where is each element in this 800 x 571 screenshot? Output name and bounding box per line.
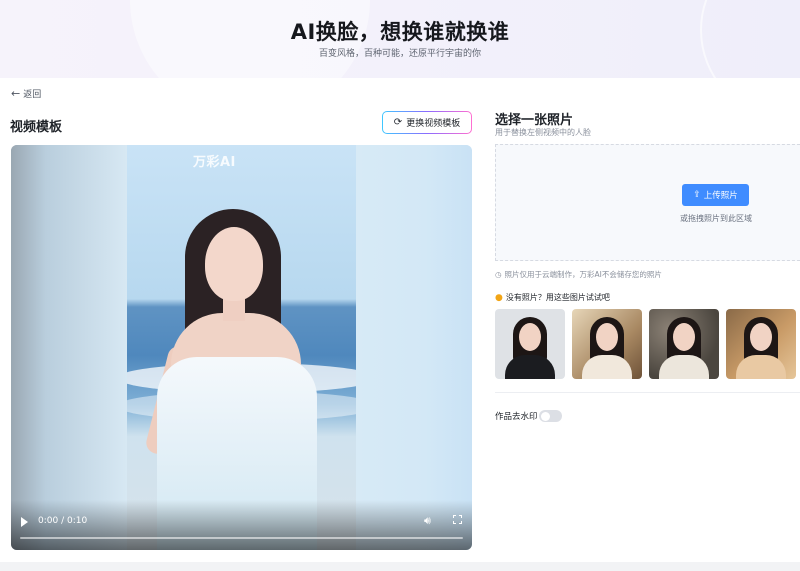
back-link[interactable]: ← 返回	[11, 87, 41, 100]
hero-banner: AI换脸，想换谁就换谁 百变风格，百种可能，还原平行宇宙的你	[0, 0, 800, 78]
remove-watermark-label: 作品去水印	[495, 412, 538, 422]
video-watermark: 万彩AI	[193, 155, 236, 170]
video-blur-right	[356, 145, 472, 550]
refresh-icon: ⟳	[393, 117, 403, 128]
page-footer-strip	[0, 562, 800, 571]
upload-icon: ⇪	[693, 190, 701, 200]
sample-prompt-text: 没有照片？用这些图片试试吧	[505, 293, 610, 302]
sample-photos	[495, 309, 800, 379]
sample-body	[582, 355, 632, 379]
switch-template-label: 更换视频模板	[406, 119, 461, 129]
video-player[interactable]: 万彩AI 0:00 / 0:10 🔊︎	[11, 145, 472, 550]
remove-watermark-toggle[interactable]	[539, 410, 562, 422]
play-icon[interactable]	[21, 517, 28, 527]
sample-prompt: ● 没有照片？用这些图片试试吧	[495, 292, 610, 303]
sample-photo-2[interactable]	[572, 309, 642, 379]
fullscreen-icon[interactable]	[453, 515, 462, 524]
sample-photo-4[interactable]	[726, 309, 796, 379]
video-template-title: 视频模板	[10, 120, 63, 135]
page-title: AI换脸，想换谁就换谁	[290, 20, 510, 44]
sample-body	[736, 355, 786, 379]
location-pin-icon: ●	[495, 292, 503, 303]
sample-photo-1[interactable]	[495, 309, 565, 379]
back-label: 返回	[23, 90, 42, 100]
main-panel: ← 返回 视频模板 ⟳ 更换视频模板 万彩AI 0:00 / 0:10 🔊︎ 选…	[0, 78, 800, 562]
drop-hint: 或拖拽照片到此区域	[680, 214, 752, 223]
toggle-knob	[540, 411, 550, 421]
arrow-left-icon: ←	[11, 87, 21, 100]
clock-icon: ◷	[495, 270, 502, 279]
sample-photo-3[interactable]	[649, 309, 719, 379]
select-photo-subtitle: 用于替换左侧视频中的人脸	[495, 128, 591, 137]
person-face	[205, 227, 263, 301]
sample-body	[505, 355, 555, 379]
sample-face	[519, 323, 541, 351]
video-time: 0:00 / 0:10	[38, 516, 88, 526]
privacy-text: 照片仅用于云端制作，万彩AI不会储存您的照片	[504, 270, 662, 279]
switch-template-button[interactable]: ⟳ 更换视频模板	[382, 111, 472, 134]
sample-face	[596, 323, 618, 351]
privacy-note: ◷ 照片仅用于云端制作，万彩AI不会储存您的照片	[495, 269, 662, 280]
upload-photo-button[interactable]: ⇪ 上传照片	[682, 184, 749, 206]
sample-body	[659, 355, 709, 379]
page-subtitle: 百变风格，百种可能，还原平行宇宙的你	[318, 49, 481, 59]
select-photo-title: 选择一张照片	[495, 113, 574, 128]
divider	[495, 392, 800, 393]
video-frame	[127, 145, 356, 550]
volume-icon[interactable]: 🔊︎	[424, 514, 431, 528]
photo-dropzone[interactable]: ⇪ 上传照片 或拖拽照片到此区域	[495, 144, 800, 261]
video-blur-left	[11, 145, 127, 550]
sample-face	[673, 323, 695, 351]
sample-face	[750, 323, 772, 351]
upload-photo-label: 上传照片	[703, 191, 738, 201]
video-progress-track[interactable]	[20, 537, 463, 539]
video-controls: 0:00 / 0:10 🔊︎	[11, 500, 472, 550]
